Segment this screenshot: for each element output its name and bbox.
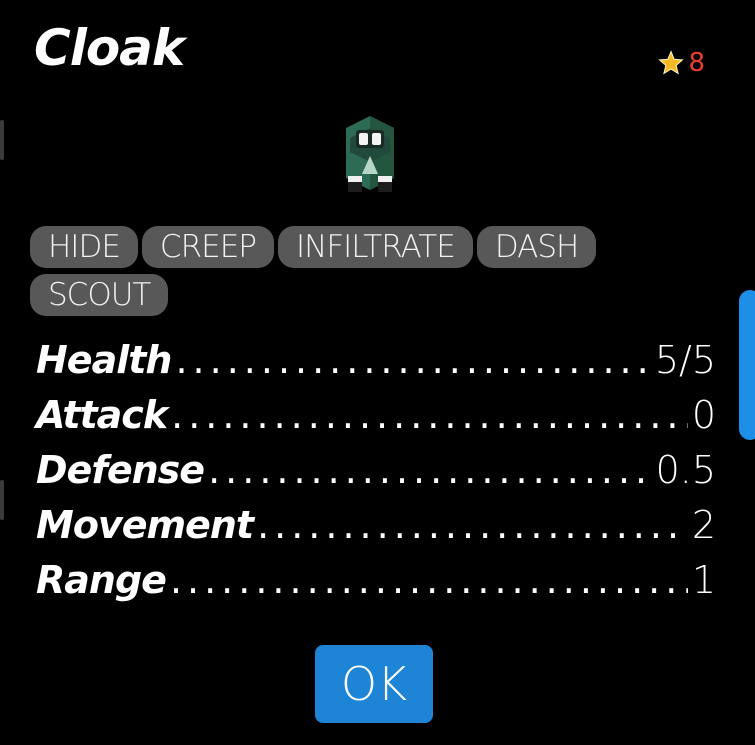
ok-button[interactable]: OK xyxy=(315,645,433,723)
skill-tags: HIDE CREEP INFILTRATE DASH SCOUT xyxy=(30,226,670,316)
stat-value: 0 xyxy=(691,393,716,437)
skill-tag-scout[interactable]: SCOUT xyxy=(30,274,169,316)
stat-leader-dots: ........................................… xyxy=(175,338,651,382)
stat-row-range: Range ..................................… xyxy=(36,558,716,613)
stat-value: 2 xyxy=(691,503,716,547)
skill-tag-hide[interactable]: HIDE xyxy=(30,226,138,268)
cloak-unit-sprite xyxy=(346,116,394,192)
stat-leader-dots: ........................................… xyxy=(169,558,688,602)
stat-label: Attack xyxy=(36,393,168,437)
skill-tag-dash[interactable]: DASH xyxy=(476,226,597,268)
skill-tag-infiltrate[interactable]: INFILTRATE xyxy=(277,226,473,268)
stat-leader-dots: ........................................… xyxy=(171,393,688,437)
skill-tag-creep[interactable]: CREEP xyxy=(141,226,274,268)
star-cost: 8 xyxy=(658,48,705,78)
stat-row-health: Health .................................… xyxy=(36,338,716,393)
stat-label: Health xyxy=(36,338,172,382)
stat-row-movement: Movement ...............................… xyxy=(36,503,716,558)
stat-value: 1 xyxy=(691,558,716,602)
stat-row-defense: Defense ................................… xyxy=(36,448,716,503)
background-edge xyxy=(0,120,4,160)
stat-value: 0.5 xyxy=(655,448,716,492)
stat-label: Movement xyxy=(36,503,254,547)
star-icon xyxy=(658,50,685,75)
background-edge xyxy=(0,480,4,520)
stat-row-attack: Attack .................................… xyxy=(36,393,716,448)
stats-list: Health .................................… xyxy=(36,338,716,613)
stat-label: Range xyxy=(36,558,167,602)
stat-leader-dots: ........................................… xyxy=(257,503,688,547)
stat-label: Defense xyxy=(36,448,205,492)
background-panel-edge xyxy=(739,290,755,440)
unit-name: Cloak xyxy=(34,19,185,77)
stat-leader-dots: ........................................… xyxy=(208,448,652,492)
stat-value: 5/5 xyxy=(654,338,716,382)
star-cost-value: 8 xyxy=(688,48,705,78)
